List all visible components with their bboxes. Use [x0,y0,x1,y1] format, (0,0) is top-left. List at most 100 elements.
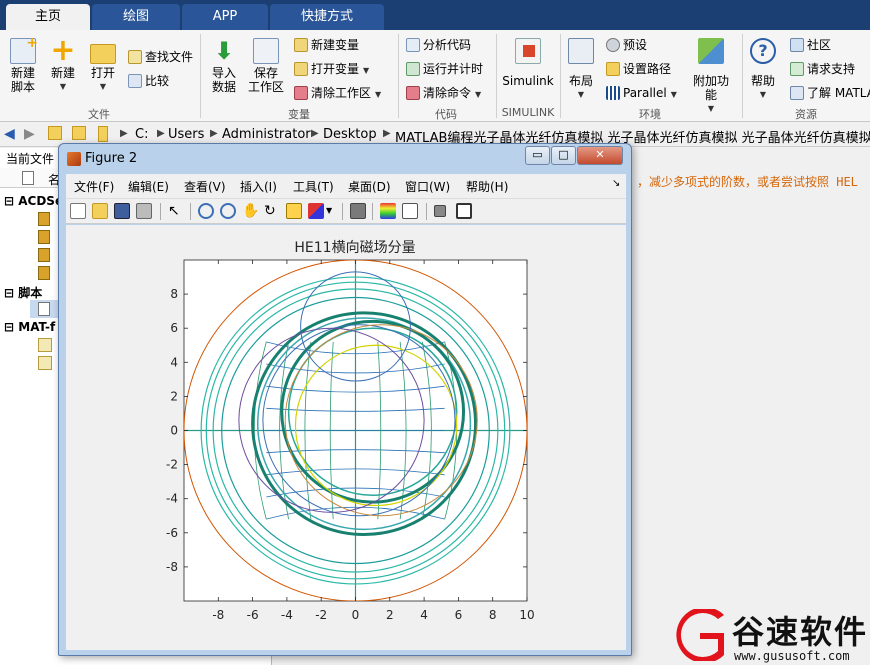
compare-button[interactable]: 比较 [128,72,169,90]
y-tick-label: -4 [166,492,178,506]
file-icon[interactable] [38,248,50,262]
file-icon [22,171,34,185]
preferences-button[interactable]: 预设 [606,36,647,54]
rotate-3d-icon[interactable]: ↻ [264,203,280,219]
request-support-link[interactable]: 请求支持 [790,60,855,78]
help-button[interactable]: ? 帮助 ▼ [748,38,778,102]
find-files-button[interactable]: 查找文件 [128,48,193,66]
save-icon[interactable] [114,203,130,219]
breadcrumb-item[interactable]: Administrator [222,127,311,142]
y-tick-label: 4 [170,355,178,369]
file-icon[interactable] [38,230,50,244]
menu-tools[interactable]: 工具(T) [293,178,334,195]
layout-button[interactable]: 布局 ▼ [566,38,596,102]
forward-arrow-icon[interactable]: ▶ [24,126,40,142]
browse-folder-icon[interactable] [72,126,86,140]
dock-arrow-icon[interactable]: ↘ [612,178,620,189]
print-icon[interactable] [136,203,152,219]
new-script-icon: + [10,36,38,64]
file-icon[interactable] [38,266,50,280]
menu-view[interactable]: 查看(V) [184,178,226,195]
chevron-down-icon: ▼ [670,90,677,99]
colorbar-icon[interactable] [380,203,396,219]
set-path-button[interactable]: 设置路径 [606,60,671,78]
tab-plots[interactable]: 绘图 [92,4,180,30]
breadcrumb-separator: ▶ [383,128,391,139]
simulink-button[interactable]: Simulink [502,38,554,88]
new-figure-icon[interactable] [70,203,86,219]
figure-window[interactable]: Figure 2 ▭ □ ✕ 文件(F) 编辑(E) 查看(V) 插入(I) 工… [58,143,632,656]
parallel-button[interactable]: Parallel ▼ [606,84,677,102]
site-logo-text: 谷速软件 [732,613,869,651]
tree-node-mat-files[interactable]: ⊟ MAT-f [4,320,55,334]
script-file-icon [38,302,50,316]
tab-shortcuts[interactable]: 快捷方式 [270,4,384,30]
menu-help[interactable]: 帮助(H) [466,178,508,195]
zoom-in-icon[interactable] [198,203,214,219]
chevron-down-icon[interactable]: ▼ [326,203,334,219]
pan-icon[interactable]: ✋ [242,203,259,219]
help-icon: ? [750,38,776,64]
menu-insert[interactable]: 插入(I) [240,178,277,195]
x-tick-label: 0 [352,608,360,622]
new-variable-icon [294,38,308,52]
y-tick-label: 0 [170,424,178,438]
group-label-variable: 变量 [288,108,310,121]
open-file-icon[interactable] [92,203,108,219]
legend-icon[interactable] [402,203,418,219]
learn-icon [790,86,804,100]
edit-plot-icon[interactable]: ↖ [168,203,184,219]
menu-window[interactable]: 窗口(W) [405,178,450,195]
menu-edit[interactable]: 编辑(E) [128,178,169,195]
breadcrumb-item[interactable]: Users [168,127,204,142]
breadcrumb-item[interactable]: C: [135,127,148,142]
find-files-icon [128,50,142,64]
clear-commands-button[interactable]: 清除命令 ▼ [406,84,481,102]
link-plot-icon[interactable] [350,203,366,219]
run-and-time-button[interactable]: 运行并计时 [406,60,483,78]
breadcrumb-item[interactable]: Desktop [323,127,377,142]
zoom-out-icon[interactable] [220,203,236,219]
close-button[interactable]: ✕ [577,146,623,165]
tab-apps[interactable]: APP [182,4,268,30]
save-workspace-button[interactable]: 保存 工作区 [246,38,286,94]
collapse-icon: ⊟ [4,320,15,334]
mat-file-icon[interactable] [38,356,52,370]
maximize-button[interactable]: □ [551,146,576,165]
menu-desktop[interactable]: 桌面(D) [348,178,391,195]
path-root-icon[interactable] [98,126,108,142]
back-arrow-icon[interactable]: ◀ [4,126,20,142]
open-variable-button[interactable]: 打开变量 ▼ [294,60,369,78]
minimize-button[interactable]: ▭ [525,146,550,165]
addons-button[interactable]: 附加功能 ▼ [688,38,734,116]
import-icon: ⬇ [213,37,235,65]
parallel-icon [606,86,620,100]
x-tick-label: 4 [420,608,428,622]
collapse-icon: ⊟ [4,286,15,300]
analyze-code-button[interactable]: 分析代码 [406,36,471,54]
x-tick-label: -4 [281,608,293,622]
brush-icon[interactable] [308,203,324,219]
figure-menu-bar: 文件(F) 编辑(E) 查看(V) 插入(I) 工具(T) 桌面(D) 窗口(W… [66,174,626,198]
hide-plot-tools-icon[interactable] [434,205,446,217]
up-folder-icon[interactable] [48,126,62,140]
tree-node-scripts[interactable]: ⊟ 脚本 [4,284,42,301]
open-button[interactable]: 打开 ▼ [86,38,120,94]
data-cursor-icon[interactable] [286,203,302,219]
toolbar-divider [342,203,343,220]
learn-matlab-link[interactable]: 了解 MATLAB [790,84,870,102]
new-variable-button[interactable]: 新建变量 [294,36,359,54]
new-button[interactable]: + 新建 ▼ [46,36,80,94]
file-icon[interactable] [38,212,50,226]
folder-icon [90,44,116,64]
community-link[interactable]: 社区 [790,36,831,54]
show-plot-tools-icon[interactable] [456,203,472,219]
clear-workspace-button[interactable]: 清除工作区 ▼ [294,84,381,102]
import-data-button[interactable]: ⬇ 导入 数据 [206,38,242,94]
new-script-button[interactable]: + 新建 脚本 [6,36,40,94]
x-tick-label: -6 [247,608,259,622]
tab-home[interactable]: 主页 [6,4,90,30]
mat-file-icon[interactable] [38,338,52,352]
menu-file[interactable]: 文件(F) [74,178,114,195]
chevron-down-icon: ▼ [99,82,107,91]
